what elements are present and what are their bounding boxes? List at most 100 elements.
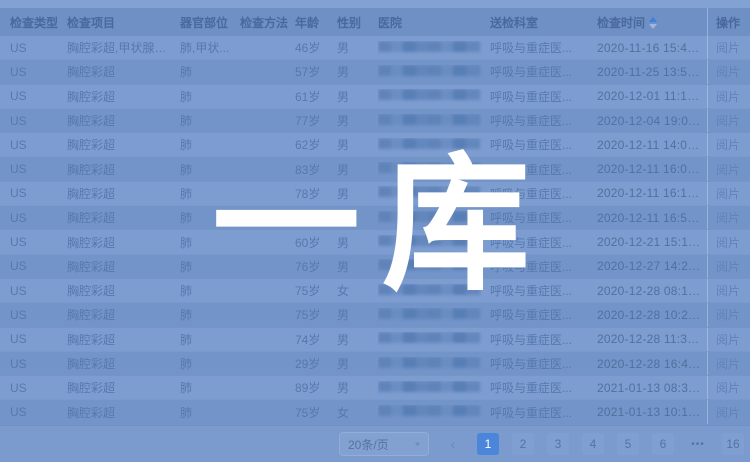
table-row: US 胸腔彩超 肺 60岁 男 呼吸与重症医... 2020-12-21 15:… xyxy=(0,230,750,254)
cell-age: 62岁 xyxy=(295,136,337,153)
page-button-6[interactable]: 6 xyxy=(652,433,674,455)
more-pages-ellipsis[interactable]: ••• xyxy=(687,433,709,455)
view-image-link[interactable]: 阅片 xyxy=(707,352,750,375)
cell-organ: 肺,甲状... xyxy=(180,39,240,56)
cell-gender: 男 xyxy=(337,234,378,251)
exam-time-label: 检查时间 xyxy=(597,16,645,30)
cell-hospital-redacted xyxy=(378,162,490,176)
view-image-link[interactable]: 阅片 xyxy=(707,36,750,59)
hospital-redacted-blur xyxy=(378,235,480,246)
cell-exam-time: 2020-12-27 14:23:04 xyxy=(597,259,707,273)
cell-exam-time: 2020-12-11 14:00:14 xyxy=(597,138,707,152)
cell-exam-item: 胸腔彩超 xyxy=(67,209,180,226)
cell-age: 75岁 xyxy=(295,306,337,323)
hospital-redacted-blur xyxy=(378,332,480,343)
cell-hospital-redacted xyxy=(378,186,490,200)
hospital-redacted-blur xyxy=(378,308,480,319)
cell-organ: 肺 xyxy=(180,258,240,275)
prev-page-button[interactable]: ‹ xyxy=(442,433,464,455)
cell-gender: 男 xyxy=(337,112,378,129)
cell-exam-item: 胸腔彩超,甲状腺彩超 xyxy=(67,39,180,56)
cell-dept: 呼吸与重症医... xyxy=(490,331,597,348)
cell-age: 75岁 xyxy=(295,282,337,299)
table-row: US 胸腔彩超 肺 74岁 男 呼吸与重症医... 2020-12-28 11:… xyxy=(0,328,750,352)
page-button-5[interactable]: 5 xyxy=(617,433,639,455)
view-image-link[interactable]: 阅片 xyxy=(707,328,750,351)
cell-age: 29岁 xyxy=(295,355,337,372)
cell-hospital-redacted xyxy=(378,235,490,249)
page-button-2[interactable]: 2 xyxy=(512,433,534,455)
page-size-select[interactable]: 20条/页 ▾ xyxy=(339,432,429,456)
view-image-link[interactable]: 阅片 xyxy=(707,60,750,83)
cell-organ: 肺 xyxy=(180,379,240,396)
table-row: US 胸腔彩超 肺 75岁 女 呼吸与重症医... 2021-01-13 10:… xyxy=(0,400,750,424)
page-button-4[interactable]: 4 xyxy=(582,433,604,455)
cell-gender: 男 xyxy=(337,185,378,202)
cell-exam-item: 胸腔彩超 xyxy=(67,282,180,299)
cell-exam-time: 2020-12-28 11:38:11 xyxy=(597,332,707,346)
table-body: US 胸腔彩超,甲状腺彩超 肺,甲状... 46岁 男 呼吸与重症医... 20… xyxy=(0,36,750,425)
table-row: US 胸腔彩超 肺 89岁 男 呼吸与重症医... 2021-01-13 08:… xyxy=(0,376,750,400)
view-image-link[interactable]: 阅片 xyxy=(707,255,750,278)
cell-gender: 女 xyxy=(337,282,378,299)
hospital-redacted-blur xyxy=(378,41,480,52)
cell-hospital-redacted xyxy=(378,284,490,298)
cell-exam-item: 胸腔彩超 xyxy=(67,161,180,178)
cell-hospital-redacted xyxy=(378,65,490,79)
cell-exam-item: 胸腔彩超 xyxy=(67,306,180,323)
cell-age: 76岁 xyxy=(295,209,337,226)
cell-age: 60岁 xyxy=(295,234,337,251)
cell-exam-type: US xyxy=(10,89,67,103)
view-image-link[interactable]: 阅片 xyxy=(707,85,750,108)
cell-hospital-redacted xyxy=(378,381,490,395)
view-image-link[interactable]: 阅片 xyxy=(707,133,750,156)
cell-organ: 肺 xyxy=(180,136,240,153)
cell-dept: 呼吸与重症医... xyxy=(490,88,597,105)
cell-dept: 呼吸与重症医... xyxy=(490,306,597,323)
cell-organ: 肺 xyxy=(180,63,240,80)
view-image-link[interactable]: 阅片 xyxy=(707,376,750,399)
view-image-link[interactable]: 阅片 xyxy=(707,279,750,302)
cell-dept: 呼吸与重症医... xyxy=(490,258,597,275)
view-image-link[interactable]: 阅片 xyxy=(707,303,750,326)
cell-gender: 男 xyxy=(337,63,378,80)
view-image-link[interactable]: 阅片 xyxy=(707,157,750,180)
cell-exam-type: US xyxy=(10,186,67,200)
cell-exam-item: 胸腔彩超 xyxy=(67,331,180,348)
cell-age: 83岁 xyxy=(295,161,337,178)
cell-exam-type: US xyxy=(10,211,67,225)
view-image-link[interactable]: 阅片 xyxy=(707,230,750,253)
table-row: US 胸腔彩超 肺 29岁 男 呼吸与重症医... 2020-12-28 16:… xyxy=(0,352,750,376)
cell-gender: 男 xyxy=(337,258,378,275)
hospital-redacted-blur xyxy=(378,211,480,222)
hospital-redacted-blur xyxy=(378,284,480,295)
table-row: US 胸腔彩超 肺 83岁 男 呼吸与重症医... 2020-12-11 16:… xyxy=(0,157,750,181)
cell-exam-item: 胸腔彩超 xyxy=(67,136,180,153)
cell-gender: 男 xyxy=(337,379,378,396)
cell-exam-time: 2020-12-11 16:02:05 xyxy=(597,162,707,176)
cell-exam-type: US xyxy=(10,381,67,395)
table-row: US 胸腔彩超,甲状腺彩超 肺,甲状... 46岁 男 呼吸与重症医... 20… xyxy=(0,36,750,60)
cell-age: 77岁 xyxy=(295,112,337,129)
page-button-16[interactable]: 16 xyxy=(722,433,744,455)
hospital-redacted-blur xyxy=(378,186,480,197)
col-header-exam-time-sortable[interactable]: 检查时间 xyxy=(597,14,707,31)
cell-age: 76岁 xyxy=(295,258,337,275)
cell-organ: 肺 xyxy=(180,161,240,178)
cell-hospital-redacted xyxy=(378,114,490,128)
page-size-value: 20条/页 xyxy=(348,436,389,453)
page-button-1[interactable]: 1 xyxy=(477,433,499,455)
view-image-link[interactable]: 阅片 xyxy=(707,400,750,423)
sort-caret-icon[interactable] xyxy=(649,17,657,29)
page-button-3[interactable]: 3 xyxy=(547,433,569,455)
cell-hospital-redacted xyxy=(378,308,490,322)
view-image-link[interactable]: 阅片 xyxy=(707,109,750,132)
cell-dept: 呼吸与重症医... xyxy=(490,39,597,56)
table-row: US 胸腔彩超 肺 62岁 男 呼吸与重症医... 2020-12-11 14:… xyxy=(0,133,750,157)
view-image-link[interactable]: 阅片 xyxy=(707,206,750,229)
cell-gender: 女 xyxy=(337,404,378,421)
view-image-link[interactable]: 阅片 xyxy=(707,182,750,205)
cell-organ: 肺 xyxy=(180,282,240,299)
cell-organ: 肺 xyxy=(180,88,240,105)
pagination-bar: 20条/页 ▾ ‹ 1 2 3 4 5 6 ••• 16 xyxy=(0,425,750,462)
